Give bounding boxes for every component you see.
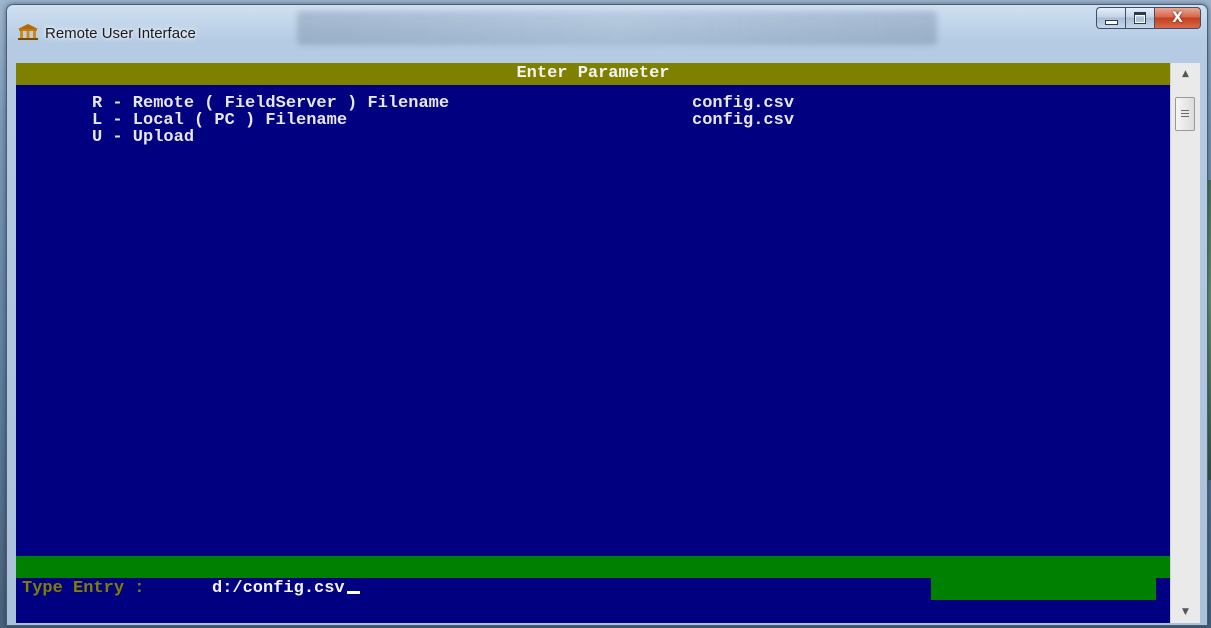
caption-buttons: X — [1096, 7, 1201, 29]
maximize-icon — [1134, 12, 1146, 24]
scroll-down-arrow-icon: ▼ — [1182, 607, 1189, 617]
scrollbar-grip-icon — [1181, 109, 1189, 119]
entry-input[interactable]: d:/config.csv — [212, 578, 360, 600]
close-button[interactable]: X — [1154, 7, 1201, 29]
close-icon: X — [1172, 10, 1183, 26]
remote-user-interface-window: Remote User Interface X Enter Parameter … — [6, 4, 1208, 626]
building-columns-icon[interactable] — [17, 23, 39, 41]
scroll-up-button[interactable]: ▲ — [1171, 63, 1200, 85]
scroll-up-arrow-icon: ▲ — [1182, 69, 1189, 79]
console-header: Enter Parameter — [16, 63, 1170, 85]
scrollbar-thumb[interactable] — [1175, 97, 1195, 131]
local-filename-value: config.csv — [692, 111, 795, 130]
vertical-scrollbar[interactable]: ▲ ▼ — [1170, 63, 1200, 623]
console-area[interactable]: Enter Parameter R - Remote ( FieldServer… — [16, 63, 1170, 623]
minimize-icon — [1104, 19, 1118, 25]
maximize-button[interactable] — [1125, 7, 1154, 29]
window-title: Remote User Interface — [45, 25, 196, 42]
entry-status-field — [931, 578, 1156, 600]
menu-item-upload[interactable]: U - Upload — [92, 129, 194, 147]
scroll-down-button[interactable]: ▼ — [1171, 601, 1200, 623]
title-bar[interactable]: Remote User Interface X — [7, 5, 1207, 57]
title-bar-glass-reflection — [297, 11, 937, 45]
entry-input-text: d:/config.csv — [212, 579, 345, 598]
entry-line[interactable]: Type Entry : d:/config.csv — [16, 578, 1170, 600]
minimize-button[interactable] — [1096, 7, 1125, 29]
text-cursor — [346, 591, 360, 594]
entry-label: Type Entry : — [22, 579, 145, 598]
status-bar — [16, 556, 1170, 578]
